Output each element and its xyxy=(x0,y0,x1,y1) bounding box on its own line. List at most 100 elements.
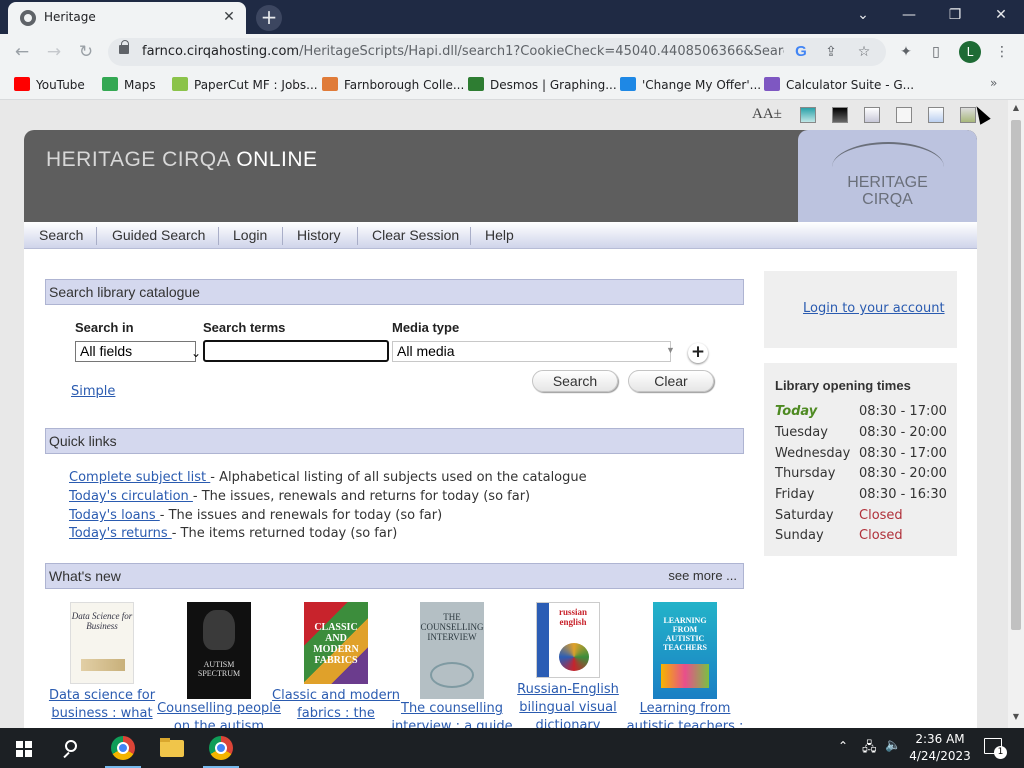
add-search-row-button[interactable]: + xyxy=(688,343,708,363)
book-cover[interactable]: Data Science for Business xyxy=(70,602,134,684)
nav-search[interactable]: Search xyxy=(39,227,83,243)
tray-overflow-icon[interactable]: ⌃ xyxy=(838,739,848,753)
book-title-link[interactable]: Russian-English bilingual visual dictionar… xyxy=(503,681,633,728)
search-in-select[interactable]: All fields ⌄ xyxy=(75,341,201,362)
theme-white-swatch[interactable] xyxy=(896,107,912,123)
new-tab-button[interactable]: + xyxy=(256,5,282,31)
subject-list-link[interactable]: Complete subject list xyxy=(69,470,210,485)
profile-avatar[interactable]: L xyxy=(959,41,981,63)
book-cover[interactable]: THE COUNSELLING INTERVIEW xyxy=(420,602,484,699)
heritage-logo: HERITAGE CIRQA xyxy=(798,130,977,222)
back-arrow-icon[interactable]: ← xyxy=(10,40,34,64)
share-icon[interactable]: ⇪ xyxy=(822,43,840,61)
search-button[interactable]: Search xyxy=(532,370,618,392)
side-panel-icon[interactable]: ▯ xyxy=(926,42,946,62)
simple-search-link[interactable]: Simple xyxy=(71,384,115,399)
book-cover[interactable]: AUTISM SPECTRUM xyxy=(187,602,251,699)
bookmark-calculator[interactable]: Calculator Suite - G... xyxy=(764,76,914,94)
list-item: Today's circulation - The issues, renewa… xyxy=(69,489,531,504)
browser-toolbar: ← → ↻ farnco.cirqahosting.com/HeritageSc… xyxy=(0,34,1024,70)
returns-link[interactable]: Today's returns xyxy=(69,526,172,541)
bookmark-papercut[interactable]: PaperCut MF : Jobs... xyxy=(172,76,318,94)
page-viewport: AA± HERITAGE CIRQA ONLINE HERITAGE CIRQA … xyxy=(0,100,1008,728)
calculator-icon xyxy=(764,77,780,91)
minimize-icon[interactable]: — xyxy=(886,0,932,30)
hours-row: Wednesday 08:30 - 17:00 xyxy=(775,446,947,461)
volume-icon[interactable]: 🔈 xyxy=(885,738,901,753)
nav-help[interactable]: Help xyxy=(485,227,514,243)
opening-hours-panel: Library opening times Today 08:30 - 17:00… xyxy=(764,363,957,556)
nav-guided-search[interactable]: Guided Search xyxy=(112,227,205,243)
file-explorer-icon[interactable] xyxy=(148,728,196,768)
desmos-icon xyxy=(468,77,484,91)
bookmark-maps[interactable]: Maps xyxy=(102,76,156,94)
maps-icon xyxy=(102,77,118,91)
search-in-label: Search in xyxy=(75,320,134,335)
extensions-puzzle-icon[interactable]: ✦ xyxy=(896,42,916,62)
forms-icon xyxy=(620,77,636,91)
url-text[interactable]: farnco.cirqahosting.com/HeritageScripts/… xyxy=(142,44,784,59)
browser-tab[interactable]: Heritage ✕ xyxy=(8,2,246,34)
network-icon[interactable]: 🖧 xyxy=(862,738,877,760)
forward-arrow-icon[interactable]: → xyxy=(42,40,66,64)
reload-icon[interactable]: ↻ xyxy=(74,40,98,64)
theme-dark-swatch[interactable] xyxy=(832,107,848,123)
nav-login[interactable]: Login xyxy=(233,227,267,243)
scrollbar-thumb[interactable] xyxy=(1011,120,1021,630)
windows-start-icon[interactable] xyxy=(0,728,48,768)
book-title-link[interactable]: Data science for business : what xyxy=(37,687,167,723)
quick-links-header: Quick links xyxy=(45,428,744,454)
browser-tab-strip: Heritage ✕ + ⌄ — ❐ ✕ xyxy=(0,0,1024,34)
loans-link[interactable]: Today's loans xyxy=(69,508,160,523)
nav-clear-session[interactable]: Clear Session xyxy=(372,227,459,243)
tab-title: Heritage xyxy=(44,10,96,24)
circulation-link[interactable]: Today's circulation xyxy=(69,489,193,504)
restore-icon[interactable]: ❐ xyxy=(932,0,978,30)
theme-blue-swatch[interactable] xyxy=(928,107,944,123)
page-scrollbar[interactable]: ▲ ▼ xyxy=(1008,100,1024,728)
nav-history[interactable]: History xyxy=(297,227,341,243)
text-size-icon[interactable]: AA± xyxy=(752,106,782,123)
site-title: HERITAGE CIRQA ONLINE xyxy=(46,148,318,171)
book-title-link[interactable]: Learning from autistic teachers : xyxy=(620,700,750,728)
window-close-icon[interactable]: ✕ xyxy=(978,0,1024,30)
taskbar-clock[interactable]: 2:36 AM 4/24/2023 xyxy=(908,731,972,765)
book-cover[interactable]: russian english xyxy=(536,602,600,678)
search-terms-label: Search terms xyxy=(203,320,286,335)
chrome-taskbar-icon[interactable] xyxy=(99,728,147,768)
google-lens-icon[interactable]: G xyxy=(792,43,810,61)
book-cover[interactable]: LEARNING FROM AUTISTIC TEACHERS xyxy=(653,602,717,699)
tab-close-icon[interactable]: ✕ xyxy=(220,8,238,26)
notification-count-badge: 1 xyxy=(994,746,1007,759)
chrome-profile-taskbar-icon[interactable] xyxy=(197,728,245,768)
clear-button[interactable]: Clear xyxy=(628,370,714,392)
bookmark-youtube[interactable]: YouTube xyxy=(14,76,85,94)
theme-grey-swatch[interactable] xyxy=(864,107,880,123)
book-title-link[interactable]: Counselling people on the autism xyxy=(154,700,284,728)
tab-search-icon[interactable]: ⌄ xyxy=(840,0,886,30)
theme-teal-swatch[interactable] xyxy=(800,107,816,123)
bookmark-farnborough[interactable]: Farnborough Colle... xyxy=(322,76,464,94)
login-account-link[interactable]: Login to your account xyxy=(803,301,945,316)
book-title-link[interactable]: The counselling interview : a guide xyxy=(387,700,517,728)
see-more-link[interactable]: see more ... xyxy=(668,564,737,588)
book-title-link[interactable]: Classic and modern fabrics : the xyxy=(271,687,401,723)
scroll-up-icon[interactable]: ▲ xyxy=(1011,103,1021,112)
search-terms-input[interactable] xyxy=(203,340,389,362)
media-type-select[interactable]: All media ▼ xyxy=(392,341,675,362)
browser-menu-icon[interactable]: ⋮ xyxy=(992,42,1012,62)
page-card: HERITAGE CIRQA ONLINE HERITAGE CIRQA Sear… xyxy=(24,130,977,728)
address-bar[interactable]: farnco.cirqahosting.com/HeritageScripts/… xyxy=(108,38,886,66)
book-cover[interactable]: CLASSIC AND MODERN FABRICS xyxy=(304,602,368,684)
search-icon[interactable] xyxy=(48,728,96,768)
bookmark-change-my-offer[interactable]: 'Change My Offer'... xyxy=(620,76,761,94)
bookmarks-overflow-icon[interactable]: » xyxy=(990,76,1010,90)
hours-row: Friday 08:30 - 16:30 xyxy=(775,487,947,502)
bookmark-star-icon[interactable]: ☆ xyxy=(855,43,873,61)
login-panel: Login to your account xyxy=(764,271,957,348)
bookmarks-bar: YouTube Maps PaperCut MF : Jobs... Farnb… xyxy=(0,70,1024,100)
logo-text: HERITAGE CIRQA xyxy=(847,174,928,208)
opening-hours-title: Library opening times xyxy=(775,378,911,393)
bookmark-desmos[interactable]: Desmos | Graphing... xyxy=(468,76,617,94)
scroll-down-icon[interactable]: ▼ xyxy=(1011,712,1021,721)
